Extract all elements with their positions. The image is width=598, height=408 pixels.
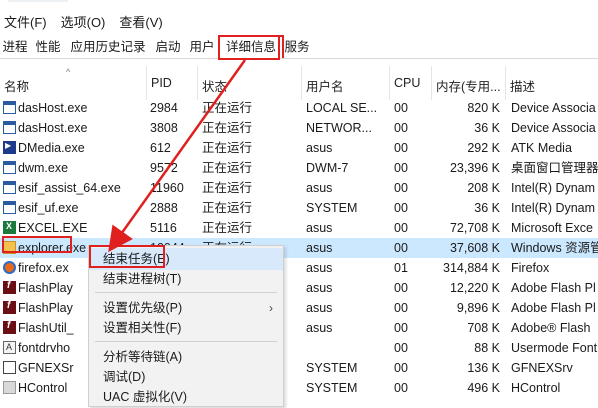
- annotation-arrow: [108, 59, 247, 253]
- annotation-arrow-layer: [108, 59, 247, 253]
